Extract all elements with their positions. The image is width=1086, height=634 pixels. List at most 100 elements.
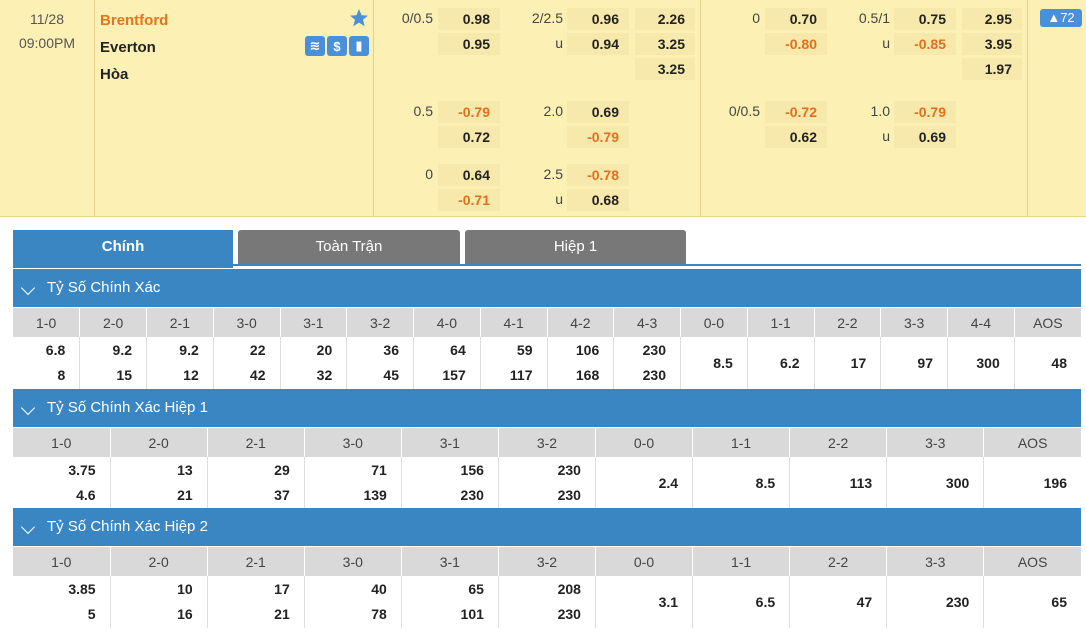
odds-value[interactable]: 1.97 [962,58,1022,80]
odds-value[interactable]: 17 [851,337,867,389]
odds-value[interactable]: 65 [468,577,484,602]
chevron-down-icon[interactable] [20,519,36,535]
favorite-star-icon[interactable] [349,8,369,28]
odds-value[interactable]: 13 [177,458,193,483]
score-odds-cell[interactable]: 64 157 [413,337,481,389]
score-odds-cell[interactable]: 65 101 [401,576,499,628]
odds-value[interactable]: 106 [576,338,599,363]
score-odds-cell[interactable]: 36 45 [346,337,414,389]
score-odds-cell[interactable]: 17 [814,337,882,389]
odds-value[interactable]: 10 [177,577,193,602]
odds-value[interactable]: 9.2 [179,338,198,363]
odds-value[interactable]: 17 [274,577,290,602]
stats-icon[interactable]: ▮ [349,36,369,56]
score-odds-cell[interactable]: 3.75 4.6 [13,457,111,509]
score-odds-cell[interactable]: 9.2 15 [79,337,147,389]
odds-value[interactable]: 64 [450,338,466,363]
score-odds-cell[interactable]: 106 168 [547,337,615,389]
odds-value[interactable]: 230 [946,576,969,628]
score-odds-cell[interactable]: 6.8 8 [13,337,81,389]
odds-value[interactable]: 0.69 [567,101,629,123]
score-odds-cell[interactable]: 10 16 [110,576,208,628]
chevron-down-icon[interactable] [20,280,36,296]
odds-value[interactable]: 2.26 [635,8,695,30]
odds-value[interactable]: -0.79 [567,126,629,148]
odds-value[interactable]: 3.25 [635,58,695,80]
standings-icon[interactable]: ≋ [305,36,325,56]
odds-value[interactable]: 8.5 [756,457,775,509]
odds-value[interactable]: 48 [1051,337,1067,389]
odds-value[interactable]: 113 [850,457,873,509]
odds-value[interactable]: 0.95 [438,33,500,55]
odds-value[interactable]: 4.6 [76,483,95,508]
odds-value[interactable]: 3.95 [962,33,1022,55]
odds-value[interactable]: 40 [371,577,387,602]
odds-value[interactable]: 2.95 [962,8,1022,30]
odds-value[interactable]: 71 [371,458,387,483]
odds-value[interactable]: 6.5 [756,576,775,628]
odds-value[interactable]: 196 [1044,457,1067,509]
odds-value[interactable]: 156 [461,458,484,483]
score-odds-cell[interactable]: 47 [789,576,888,628]
odds-value[interactable]: 300 [976,337,999,389]
odds-value[interactable]: 20 [317,338,333,363]
odds-value[interactable]: 157 [442,363,465,388]
score-odds-cell[interactable]: 208 230 [498,576,596,628]
score-odds-cell[interactable]: 40 78 [304,576,402,628]
odds-value[interactable]: -0.79 [894,101,956,123]
odds-value[interactable]: 0.72 [438,126,500,148]
section-header[interactable]: Tỷ Số Chính Xác [13,269,1081,307]
odds-value[interactable]: 8 [57,363,65,388]
odds-value[interactable]: 0.94 [567,33,629,55]
odds-value[interactable]: 5 [88,602,96,627]
tab-main[interactable]: Chính [13,230,233,268]
odds-value[interactable]: 15 [116,363,132,388]
score-odds-cell[interactable]: 8.5 [692,457,791,509]
score-odds-cell[interactable]: 65 [983,576,1081,628]
odds-value[interactable]: 47 [857,576,873,628]
score-odds-cell[interactable]: 6.5 [692,576,791,628]
odds-value[interactable]: -0.78 [567,164,629,186]
score-odds-cell[interactable]: 8.5 [680,337,748,389]
odds-value[interactable]: 0.62 [765,126,827,148]
odds-value[interactable]: 2.4 [659,457,678,509]
odds-value[interactable]: -0.71 [438,189,500,211]
odds-value[interactable]: 139 [363,483,386,508]
odds-value[interactable]: 21 [274,602,290,627]
score-odds-cell[interactable]: 22 42 [213,337,281,389]
odds-value[interactable]: 36 [383,338,399,363]
section-header[interactable]: Tỷ Số Chính Xác Hiệp 2 [13,508,1081,546]
away-team[interactable]: Everton [100,39,156,56]
score-odds-cell[interactable]: 13 21 [110,457,208,509]
odds-value[interactable]: 29 [274,458,290,483]
score-odds-cell[interactable]: 17 21 [207,576,305,628]
odds-value[interactable]: 0.96 [567,8,629,30]
home-team[interactable]: Brentford [100,12,168,29]
odds-value[interactable]: 0.98 [438,8,500,30]
odds-value[interactable]: 3.85 [68,577,95,602]
odds-value[interactable]: 9.2 [113,338,132,363]
odds-value[interactable]: 230 [643,338,666,363]
odds-value[interactable]: 21 [177,483,193,508]
odds-value[interactable]: 59 [517,338,533,363]
score-odds-cell[interactable]: 59 117 [480,337,548,389]
tab-full-match[interactable]: Toàn Trận [238,230,460,264]
score-odds-cell[interactable]: 230 [886,576,985,628]
more-markets-badge[interactable]: ▲72 [1040,9,1082,27]
chevron-down-icon[interactable] [20,400,36,416]
score-odds-cell[interactable]: 3.1 [595,576,694,628]
score-odds-cell[interactable]: 300 [947,337,1015,389]
odds-value[interactable]: 78 [371,602,387,627]
score-odds-cell[interactable]: 2.4 [595,457,694,509]
score-odds-cell[interactable]: 48 [1014,337,1081,389]
odds-value[interactable]: -0.85 [894,33,956,55]
odds-value[interactable]: 3.75 [68,458,95,483]
odds-value[interactable]: 0.70 [765,8,827,30]
odds-value[interactable]: -0.79 [438,101,500,123]
odds-value[interactable]: 12 [183,363,199,388]
score-odds-cell[interactable]: 71 139 [304,457,402,509]
odds-value[interactable]: 6.8 [46,338,65,363]
score-odds-cell[interactable]: 6.2 [747,337,815,389]
score-odds-cell[interactable]: 230 230 [498,457,596,509]
odds-value[interactable]: 65 [1051,576,1067,628]
